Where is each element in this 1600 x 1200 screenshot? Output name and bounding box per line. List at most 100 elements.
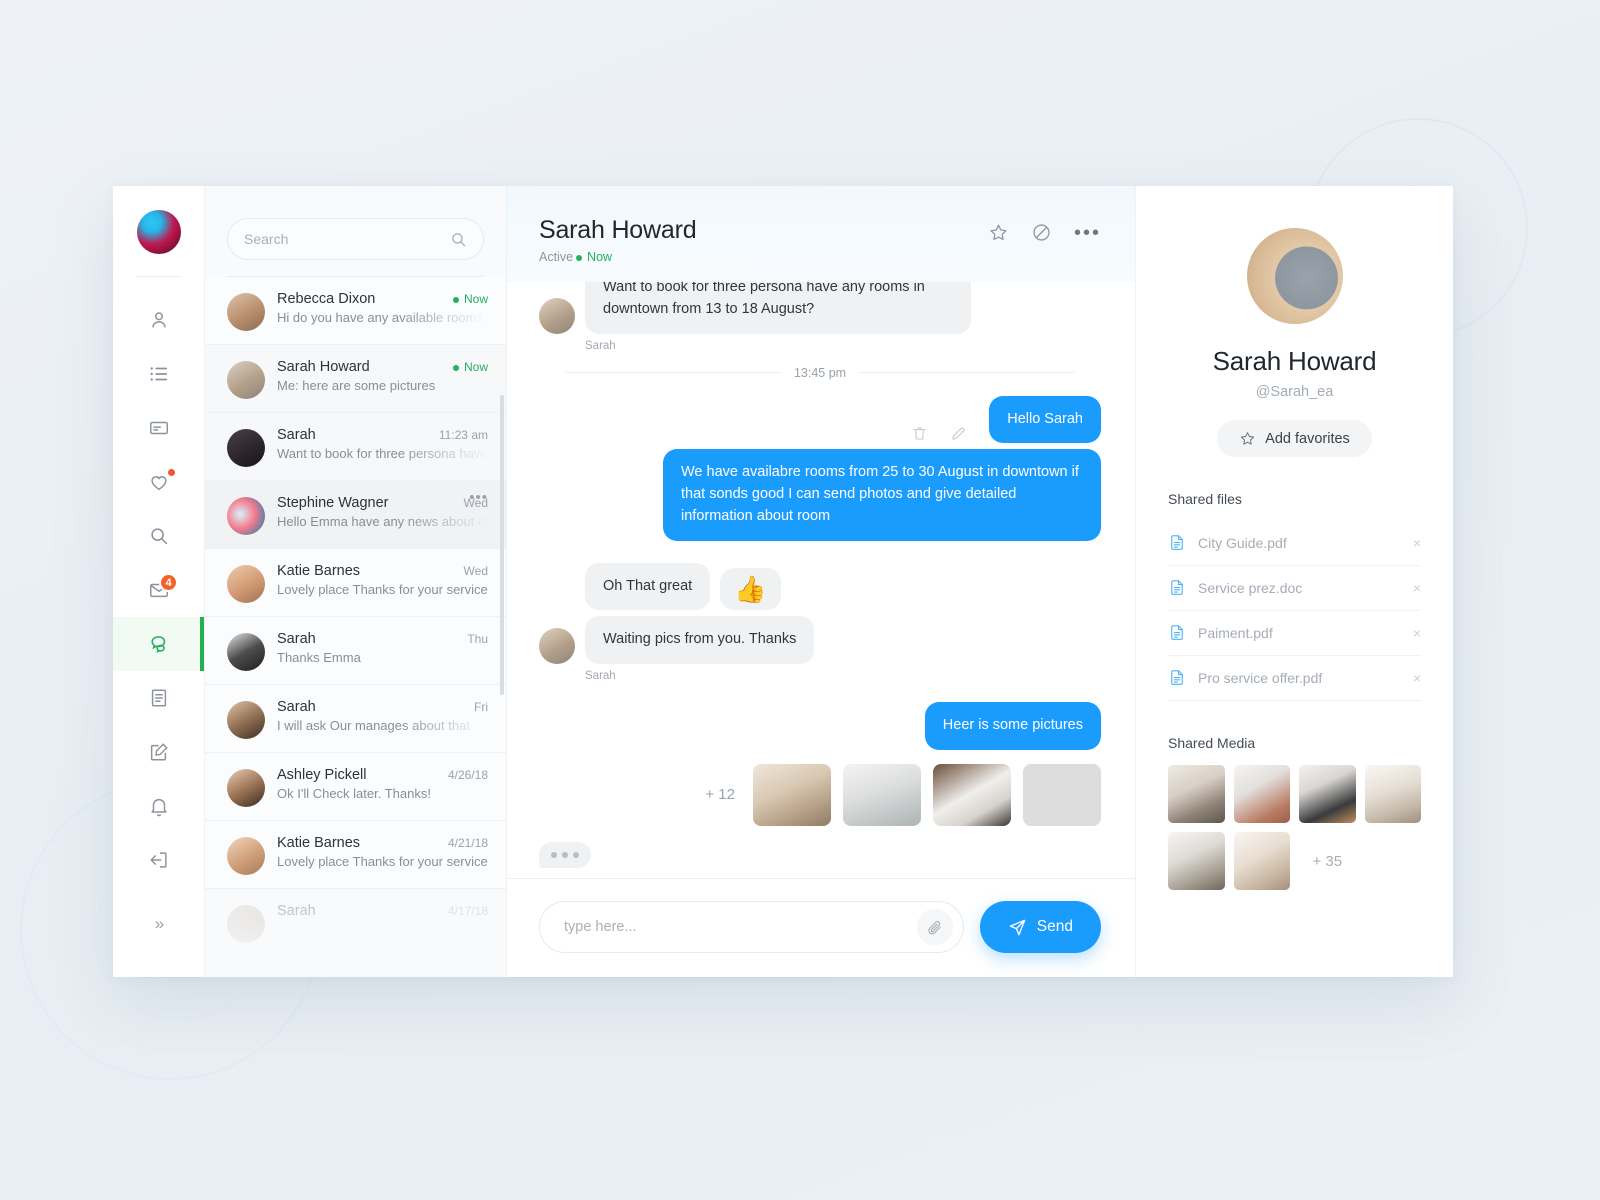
avatar bbox=[227, 361, 265, 399]
list-item[interactable]: Sarah 11:23 am Want to book for three pe… bbox=[205, 413, 506, 481]
message-input-container[interactable] bbox=[539, 901, 964, 953]
conversation-rows[interactable]: Rebecca Dixon Now Hi do you have any ava… bbox=[205, 277, 506, 977]
logout-icon bbox=[149, 852, 167, 868]
close-icon[interactable]: × bbox=[1413, 581, 1421, 595]
list-item-top: Sarah Thu bbox=[277, 631, 488, 647]
message-bubble-incoming[interactable]: Oh That great bbox=[585, 562, 711, 611]
attached-thumbnails: + 12 bbox=[539, 763, 1101, 826]
compose-icon bbox=[150, 743, 168, 761]
list-item-body: Katie Barnes 4/21/18 Lovely place Thanks… bbox=[277, 835, 488, 869]
rail-item-search[interactable] bbox=[113, 509, 204, 563]
thumbnails-overflow-count[interactable]: + 12 bbox=[705, 786, 735, 803]
list-item[interactable]: Sarah Fri I will ask Our manages about t… bbox=[205, 685, 506, 753]
edit-icon[interactable] bbox=[950, 424, 967, 443]
media-overflow-count[interactable]: + 35 bbox=[1299, 832, 1356, 890]
list-item-top: Rebecca Dixon Now bbox=[277, 291, 488, 307]
rail-item-favorites[interactable] bbox=[113, 455, 204, 509]
thumbnail-image[interactable] bbox=[933, 763, 1011, 826]
send-button[interactable]: Send bbox=[979, 901, 1101, 953]
trash-icon[interactable] bbox=[911, 424, 928, 443]
close-icon[interactable]: × bbox=[1413, 671, 1421, 685]
typing-indicator bbox=[539, 841, 591, 868]
list-item[interactable]: Ashley Pickell 4/26/18 Ok I'll Check lat… bbox=[205, 753, 506, 821]
list-item-meta: Now bbox=[453, 360, 488, 374]
list-item-preview: I will ask Our manages about that bbox=[277, 718, 470, 733]
list-item-body: Ashley Pickell 4/26/18 Ok I'll Check lat… bbox=[277, 767, 488, 801]
rail-item-profile[interactable] bbox=[113, 293, 204, 347]
list-icon bbox=[149, 367, 167, 381]
thumbnail-image[interactable] bbox=[753, 763, 831, 826]
message-input[interactable] bbox=[564, 919, 917, 935]
avatar bbox=[227, 905, 265, 943]
brand-avatar[interactable] bbox=[136, 210, 181, 254]
list-item[interactable]: Sarah 4/17/18 bbox=[205, 889, 506, 957]
list-item-meta: 4/26/18 bbox=[447, 768, 488, 782]
thumbnail-image[interactable] bbox=[843, 763, 921, 826]
avatar bbox=[227, 837, 265, 875]
message-bubble-outgoing[interactable]: We have availabre rooms from 25 to 30 Au… bbox=[663, 449, 1101, 541]
list-item[interactable]: Paiment.pdf × bbox=[1168, 611, 1421, 656]
typing-dot bbox=[573, 851, 579, 858]
list-scrollbar[interactable] bbox=[500, 395, 504, 695]
search-input[interactable] bbox=[244, 231, 450, 247]
rail-item-logout[interactable] bbox=[113, 833, 204, 887]
rail-expand-button[interactable]: » bbox=[113, 897, 204, 951]
card-icon bbox=[149, 421, 168, 435]
star-icon[interactable] bbox=[988, 222, 1009, 243]
rail-item-compose[interactable] bbox=[113, 725, 204, 779]
media-thumbnail[interactable] bbox=[1233, 832, 1290, 890]
block-icon[interactable] bbox=[1031, 222, 1052, 243]
close-icon[interactable]: × bbox=[1413, 536, 1421, 550]
rail-item-documents[interactable] bbox=[113, 671, 204, 725]
list-item[interactable]: Katie Barnes 4/21/18 Lovely place Thanks… bbox=[205, 821, 506, 889]
message-bubble-outgoing[interactable]: Hello Sarah bbox=[989, 395, 1101, 444]
avatar bbox=[227, 497, 265, 535]
rail-item-messages[interactable] bbox=[113, 617, 204, 671]
list-item[interactable]: Service prez.doc × bbox=[1168, 566, 1421, 611]
rail-item-notifications[interactable] bbox=[113, 779, 204, 833]
media-thumbnail[interactable] bbox=[1168, 765, 1225, 823]
thumbnail-image[interactable] bbox=[1023, 763, 1101, 826]
list-item[interactable]: Sarah Howard Now Me: here are some pictu… bbox=[205, 345, 506, 413]
list-item-menu-icon[interactable]: ••• bbox=[469, 489, 488, 506]
media-thumbnail[interactable] bbox=[1168, 832, 1225, 890]
conversation-header: Sarah Howard Active Now ••• bbox=[507, 186, 1135, 282]
list-item-body: Sarah 11:23 am Want to book for three pe… bbox=[277, 427, 488, 461]
list-item-body: Katie Barnes Wed Lovely place Thanks for… bbox=[277, 563, 488, 597]
rail-item-lists[interactable] bbox=[113, 347, 204, 401]
status-badge: Active Now bbox=[539, 250, 696, 264]
list-item[interactable]: Sarah Thu Thanks Emma bbox=[205, 617, 506, 685]
list-item[interactable]: Katie Barnes Wed Lovely place Thanks for… bbox=[205, 549, 506, 617]
list-item-name: Sarah bbox=[277, 903, 316, 919]
message-bubble-outgoing[interactable]: Heer is some pictures bbox=[924, 702, 1101, 750]
avatar bbox=[1246, 228, 1343, 324]
rail-item-mail[interactable]: 4 bbox=[113, 563, 204, 617]
search-container bbox=[205, 186, 506, 274]
media-thumbnail[interactable] bbox=[1299, 765, 1356, 823]
message-bubble-emoji[interactable]: 👍 bbox=[720, 568, 781, 611]
list-item-name: Katie Barnes bbox=[277, 563, 361, 579]
list-item[interactable]: Pro service offer.pdf × bbox=[1168, 656, 1421, 701]
list-item[interactable]: Stephine Wagner Wed Hello Emma have any … bbox=[205, 481, 506, 549]
list-item-top: Katie Barnes 4/21/18 bbox=[277, 835, 488, 851]
list-item-body: Sarah 4/17/18 bbox=[277, 903, 488, 919]
rail-item-cards[interactable] bbox=[113, 401, 204, 455]
add-favorites-button[interactable]: Add favorites bbox=[1217, 420, 1372, 457]
list-item-body: Rebecca Dixon Now Hi do you have any ava… bbox=[277, 291, 488, 325]
more-options-icon[interactable]: ••• bbox=[1074, 223, 1101, 243]
message-bubble-incoming[interactable]: Waiting pics from you. Thanks bbox=[585, 616, 815, 664]
close-icon[interactable]: × bbox=[1413, 626, 1421, 640]
media-thumbnail[interactable] bbox=[1233, 765, 1290, 823]
paperclip-icon[interactable] bbox=[916, 909, 953, 945]
search-box[interactable] bbox=[227, 218, 484, 260]
list-item-top: Sarah Fri bbox=[277, 699, 488, 715]
list-item[interactable]: City Guide.pdf × bbox=[1168, 521, 1421, 566]
avatar bbox=[539, 297, 575, 334]
list-item[interactable]: Rebecca Dixon Now Hi do you have any ava… bbox=[205, 277, 506, 345]
send-button-label: Send bbox=[1036, 918, 1073, 935]
message-row: Hello Sarah bbox=[539, 395, 1101, 444]
media-thumbnail[interactable] bbox=[1364, 765, 1421, 823]
search-icon[interactable] bbox=[450, 231, 467, 248]
profile-handle: @Sarah_ea bbox=[1255, 384, 1334, 400]
list-item-top: Katie Barnes Wed bbox=[277, 563, 488, 579]
